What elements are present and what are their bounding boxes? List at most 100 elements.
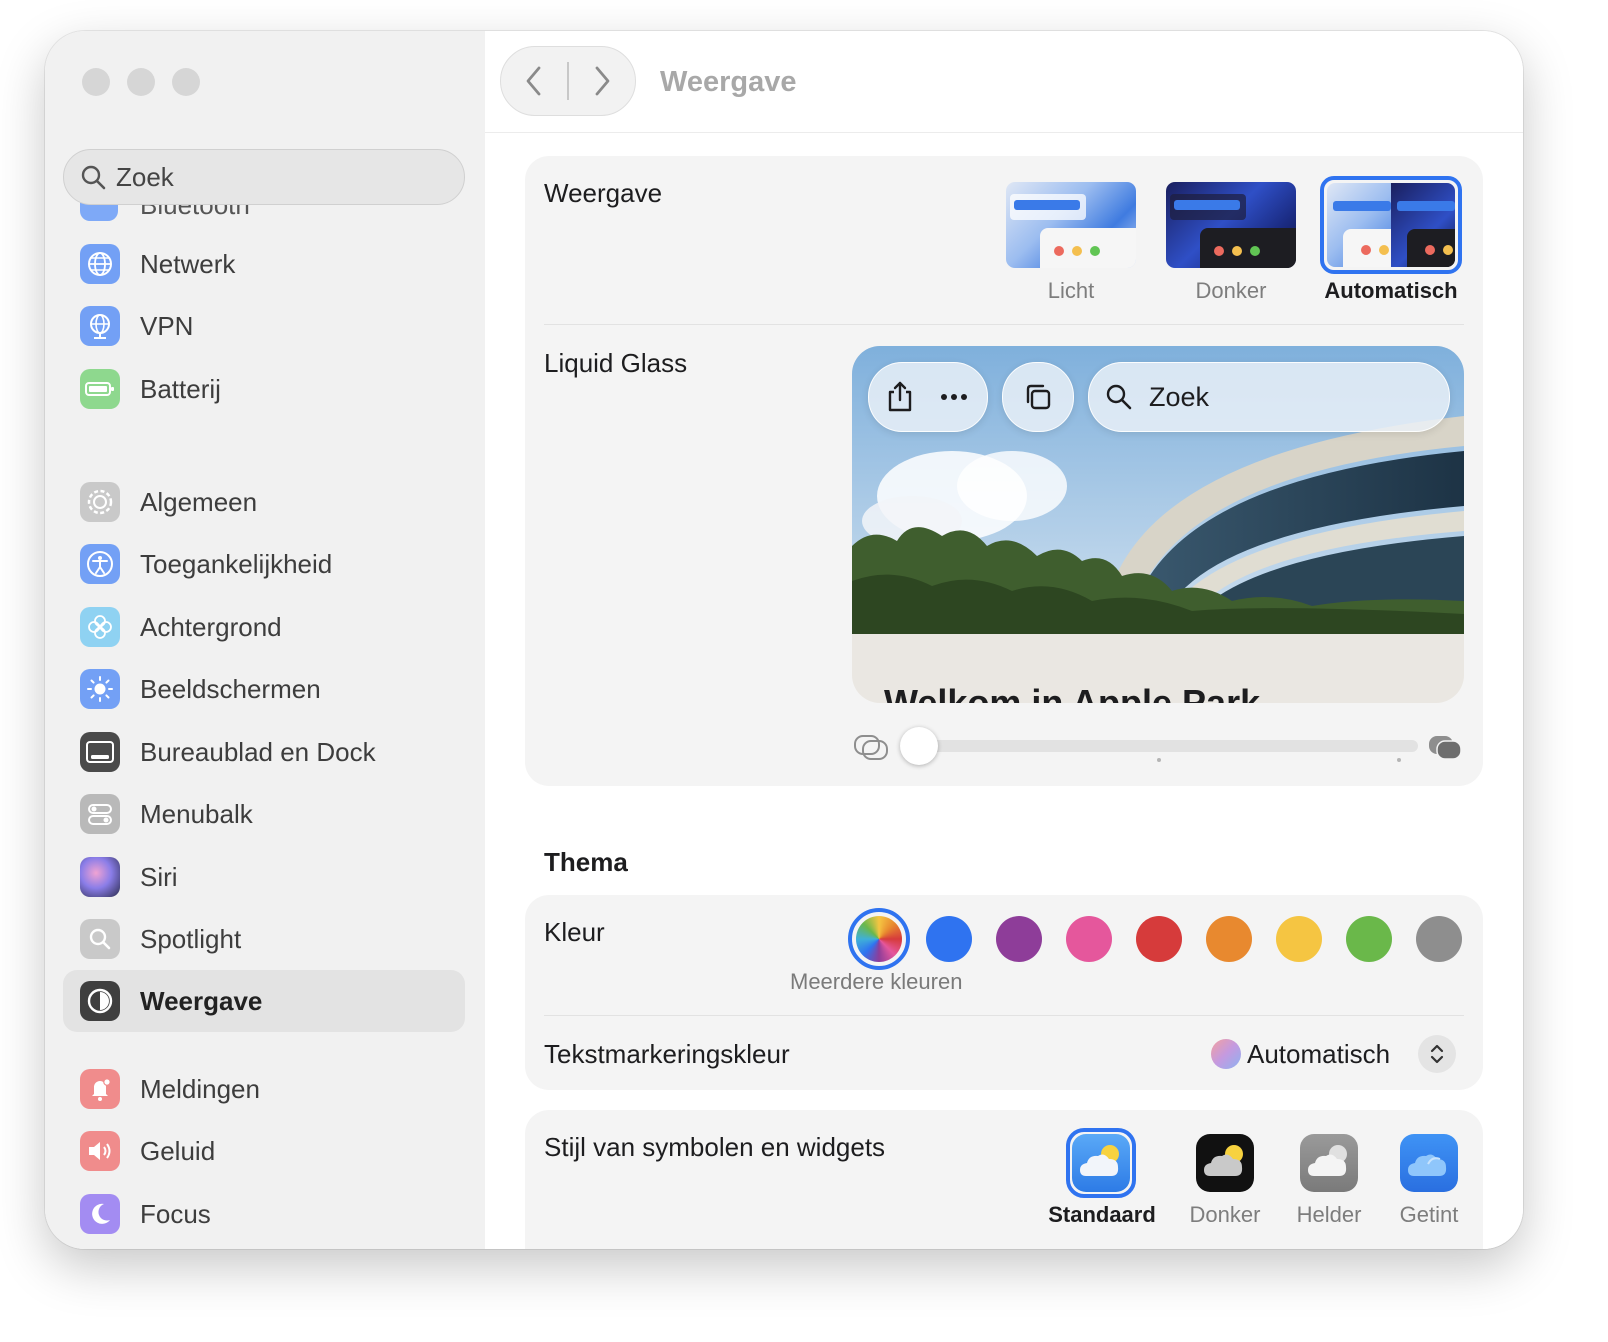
widget-style-helder[interactable] bbox=[1300, 1134, 1358, 1192]
appearance-card: Weergave Licht Donker Automatisch Liquid… bbox=[525, 156, 1483, 786]
color-option-pink[interactable] bbox=[1066, 916, 1112, 962]
preview-heading: Welkom in Apple Park bbox=[884, 682, 1261, 703]
sidebar-item-bureaublad-en-dock[interactable]: Bureaublad en Dock bbox=[63, 721, 465, 783]
sidebar-item-label: VPN bbox=[140, 310, 194, 341]
sidebar-item-label: Meldingen bbox=[140, 1073, 260, 1104]
search-icon bbox=[81, 165, 106, 190]
navigation-pill bbox=[500, 46, 636, 116]
chevron-right-icon bbox=[595, 66, 610, 96]
sidebar-item-label: Spotlight bbox=[140, 923, 242, 954]
toolbar: Weergave bbox=[485, 31, 1523, 133]
slider-tick bbox=[1157, 758, 1161, 762]
chevron-left-icon bbox=[526, 66, 541, 96]
back-button[interactable] bbox=[501, 47, 567, 115]
color-option-purple[interactable] bbox=[996, 916, 1042, 962]
sound-speaker-icon bbox=[80, 1131, 120, 1171]
weather-cloud-sun-icon bbox=[1308, 1145, 1347, 1176]
vpn-globe-icon bbox=[80, 306, 120, 346]
appearance-option-automatisch[interactable] bbox=[1320, 176, 1462, 274]
sidebar-item-label: Netwerk bbox=[140, 248, 236, 279]
sidebar-item-weergave[interactable]: Weergave bbox=[63, 970, 465, 1032]
liquid-glass-slider-knob[interactable] bbox=[900, 727, 938, 765]
sidebar-item-label: Algemeen bbox=[140, 486, 258, 517]
sidebar-item-algemeen[interactable]: Algemeen bbox=[63, 471, 465, 533]
forward-button[interactable] bbox=[569, 47, 635, 115]
appearance-option-label: Automatisch bbox=[1324, 278, 1458, 303]
sidebar-item-vpn[interactable]: VPN bbox=[63, 295, 465, 357]
zoom-window-button[interactable] bbox=[172, 68, 200, 96]
liquid-glass-slider-track[interactable] bbox=[900, 740, 1418, 752]
sidebar-item-focus[interactable]: Focus bbox=[63, 1183, 465, 1245]
sidebar-item-label: Menubalk bbox=[140, 798, 253, 829]
clear-glass-icon bbox=[854, 735, 888, 760]
page-title: Weergave bbox=[660, 66, 797, 98]
tinted-glass-icon bbox=[1429, 736, 1462, 760]
sidebar-item-toegankelijkheid[interactable]: Toegankelijkheid bbox=[63, 533, 465, 595]
widget-style-label: Getint bbox=[1399, 1202, 1459, 1227]
theme-card: Kleur Meerdere kleuren Tekstmarkeringskl… bbox=[525, 895, 1483, 1090]
divider bbox=[544, 324, 1464, 325]
sidebar-item-achtergrond[interactable]: Achtergrond bbox=[63, 596, 465, 658]
highlight-color-swatch bbox=[1211, 1039, 1241, 1069]
minimize-window-button[interactable] bbox=[127, 68, 155, 96]
selected-color-caption: Meerdere kleuren bbox=[790, 969, 963, 994]
search-field[interactable]: Zoek bbox=[63, 149, 465, 205]
sidebar-item-spotlight[interactable]: Spotlight bbox=[63, 908, 465, 970]
menubar-toggles-icon bbox=[80, 794, 120, 834]
search-icon bbox=[1106, 384, 1132, 410]
appearance-option-label: Donker bbox=[1195, 278, 1267, 303]
sidebar-item-label: Siri bbox=[140, 861, 178, 892]
color-option-blue[interactable] bbox=[926, 916, 972, 962]
widget-style-getint[interactable] bbox=[1400, 1134, 1458, 1192]
tabs-icon bbox=[1026, 384, 1051, 410]
highlight-color-popup-button[interactable] bbox=[1418, 1035, 1456, 1073]
color-option-graphite[interactable] bbox=[1416, 916, 1462, 962]
sidebar-item-label: Beeldschermen bbox=[140, 673, 321, 704]
divider bbox=[544, 1015, 1464, 1016]
widget-style-standaard[interactable] bbox=[1072, 1134, 1130, 1192]
widget-style-label: Standaard bbox=[1048, 1202, 1156, 1227]
widget-style-donker[interactable] bbox=[1196, 1134, 1254, 1192]
accessibility-icon bbox=[80, 544, 120, 584]
sidebar-item-menubalk[interactable]: Menubalk bbox=[63, 783, 465, 845]
section-heading-thema: Thema bbox=[544, 847, 628, 877]
sidebar-item-siri[interactable]: Siri bbox=[63, 846, 465, 908]
weather-cloud-sun-icon bbox=[1080, 1145, 1119, 1176]
highlight-color-value[interactable]: Automatisch bbox=[1247, 1039, 1390, 1070]
color-option-green[interactable] bbox=[1346, 916, 1392, 962]
color-option-yellow[interactable] bbox=[1276, 916, 1322, 962]
slider-tick bbox=[1397, 758, 1401, 762]
weather-cloud-sun-icon bbox=[1204, 1145, 1243, 1176]
chevron-up-down-icon bbox=[1430, 1044, 1444, 1064]
sidebar-item-beeldschermen[interactable]: Beeldschermen bbox=[63, 658, 465, 720]
spotlight-search-icon bbox=[80, 919, 120, 959]
sidebar-item-meldingen[interactable]: Meldingen bbox=[63, 1058, 465, 1120]
gear-icon bbox=[80, 482, 120, 522]
focus-moon-icon bbox=[80, 1194, 120, 1234]
display-sun-icon bbox=[80, 669, 120, 709]
appearance-option-licht[interactable] bbox=[1006, 182, 1136, 268]
sidebar-item-netwerk[interactable]: Netwerk bbox=[63, 233, 465, 295]
sidebar-item-label: Geluid bbox=[140, 1135, 216, 1166]
color-option-red[interactable] bbox=[1136, 916, 1182, 962]
appearance-option-donker[interactable] bbox=[1166, 182, 1296, 268]
sidebar-item-batterij[interactable]: Batterij bbox=[63, 358, 465, 420]
sidebar-item-label: Weergave bbox=[140, 985, 263, 1016]
battery-icon bbox=[80, 369, 120, 409]
appearance-label: Weergave bbox=[544, 178, 663, 208]
color-label: Kleur bbox=[544, 917, 605, 947]
close-window-button[interactable] bbox=[82, 68, 110, 96]
settings-window: Bluetooth Zoek Netwerk VPN Batterij Alge… bbox=[45, 31, 1523, 1249]
color-option-multicolor[interactable] bbox=[856, 916, 902, 962]
liquid-glass-label: Liquid Glass bbox=[544, 348, 688, 378]
notifications-bell-icon bbox=[80, 1069, 120, 1109]
color-option-orange[interactable] bbox=[1206, 916, 1252, 962]
sidebar-item-geluid[interactable]: Geluid bbox=[63, 1120, 465, 1182]
preview-search-pill: Zoek bbox=[1088, 362, 1450, 432]
liquid-glass-preview: Zoek Welkom in Apple Park bbox=[852, 346, 1464, 703]
search-input[interactable]: Zoek bbox=[116, 162, 174, 193]
preview-search-text: Zoek bbox=[1149, 381, 1210, 412]
network-globe-icon bbox=[80, 244, 120, 284]
siri-icon bbox=[80, 857, 120, 897]
preview-tabs-pill bbox=[1002, 362, 1074, 432]
